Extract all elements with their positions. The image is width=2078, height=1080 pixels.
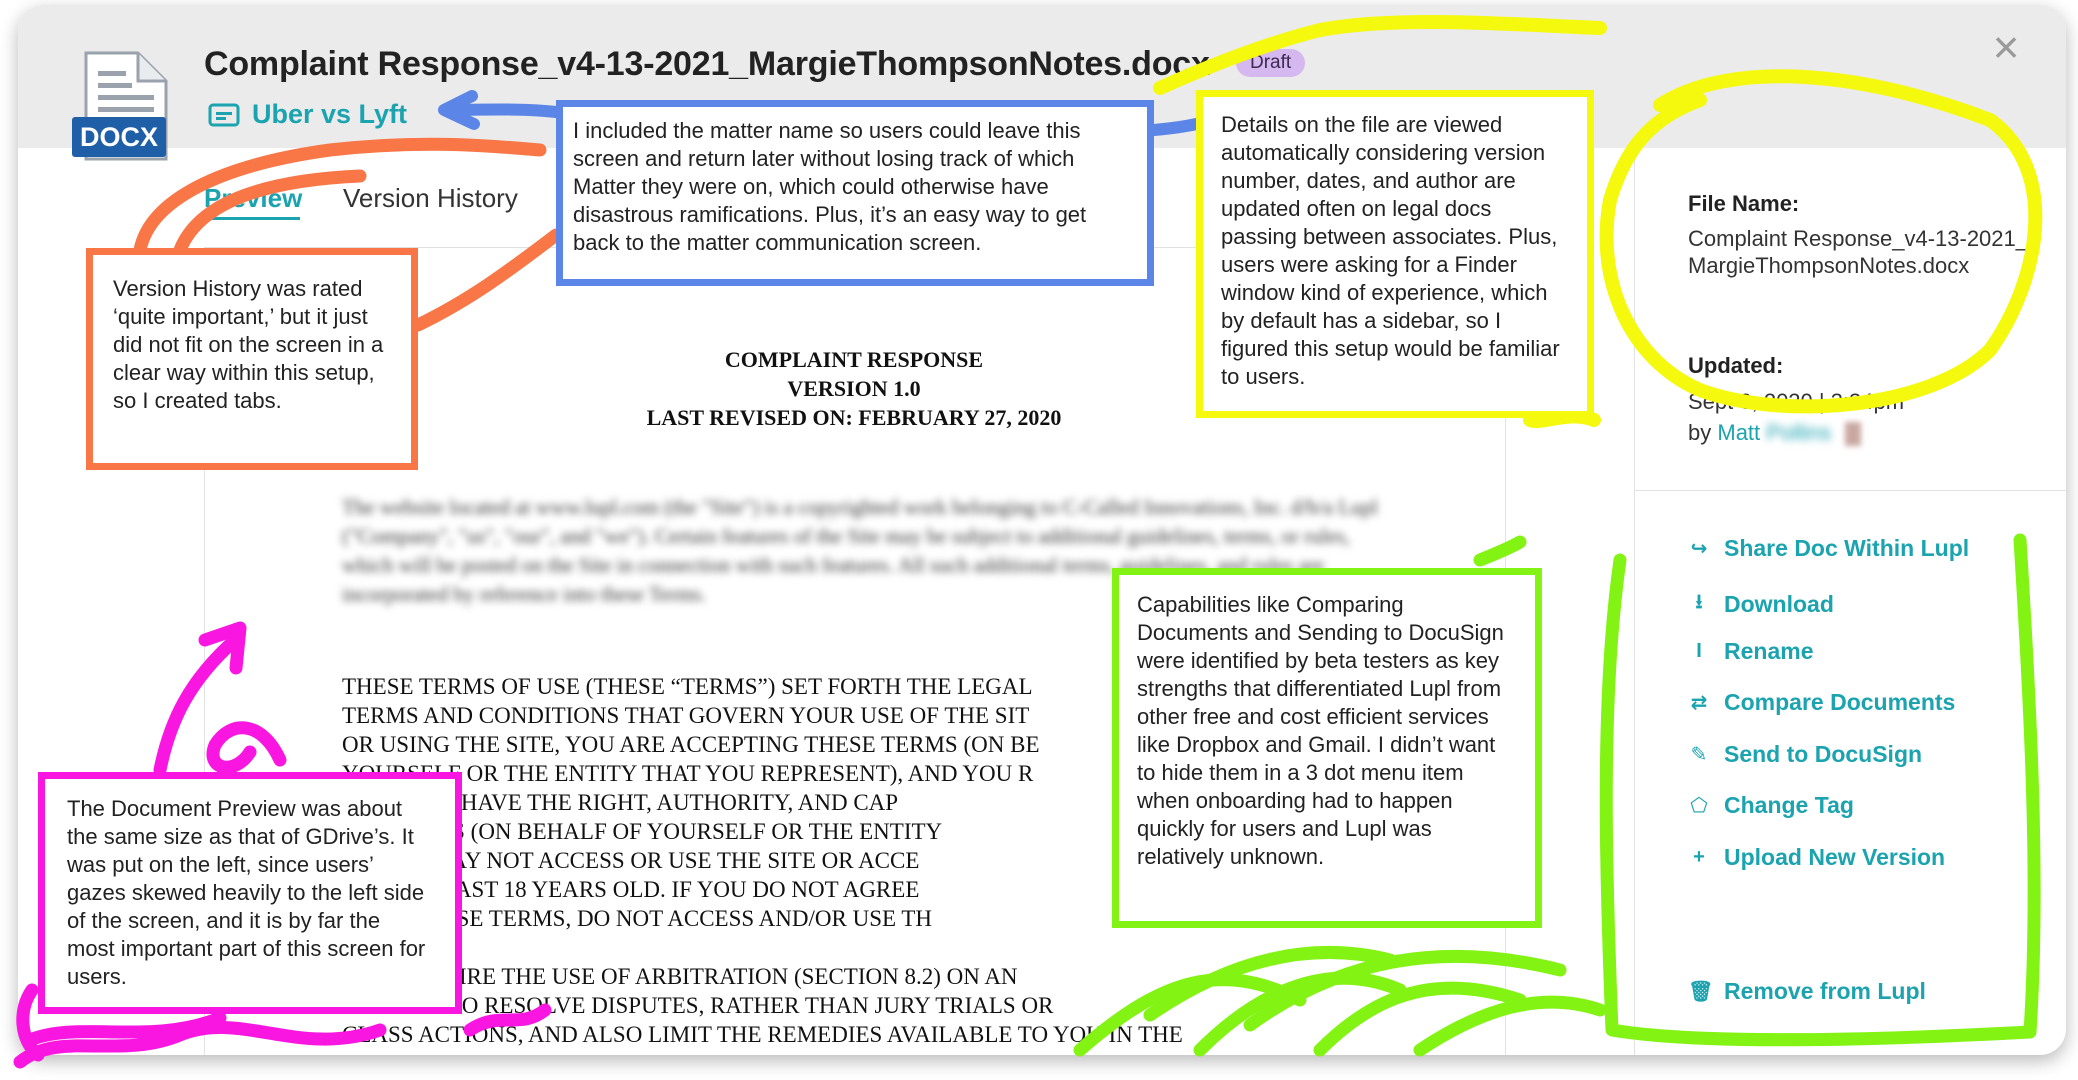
upload-new-version-button[interactable]: + Upload New Version: [1688, 844, 1945, 871]
updated-value: Sept 6, 2020 | 3:34pm: [1688, 389, 1905, 414]
by-label: by: [1688, 420, 1712, 445]
send-to-docusign-label: Send to DocuSign: [1724, 741, 1923, 767]
change-tag-button[interactable]: ⬠ Change Tag: [1688, 792, 1854, 819]
annotation-orange: Version History was rated ‘quite importa…: [86, 248, 418, 470]
annotation-green: Capabilities like Comparing Documents an…: [1112, 568, 1542, 928]
file-title: Complaint Response_v4-13-2021_MargieThom…: [204, 45, 1210, 83]
share-doc-button[interactable]: ↪ Share Doc Within Lupl: [1688, 535, 1970, 562]
rename-button[interactable]: I Rename: [1688, 638, 1813, 665]
send-to-docusign-button[interactable]: ✎ Send to DocuSign: [1688, 741, 1922, 768]
annotation-pink: The Document Preview was about the same …: [38, 772, 462, 1014]
document-line: AL BASIS TO RESOLVE DISPUTES, RATHER THA…: [342, 993, 1054, 1018]
tab-active-underline: [204, 217, 300, 220]
upload-new-version-label: Upload New Version: [1724, 844, 1946, 870]
share-icon: ↪: [1690, 538, 1708, 560]
pen-icon: ✎: [1690, 744, 1708, 766]
author-link[interactable]: Matt: [1717, 420, 1760, 445]
matter-link[interactable]: Uber vs Lyft: [208, 99, 407, 130]
plus-icon: +: [1693, 846, 1705, 868]
download-button[interactable]: ⭳ Download: [1688, 587, 1834, 621]
document-line: CLASS ACTIONS, AND ALSO LIMIT THE REMEDI…: [342, 1022, 1183, 1047]
status-badge: Draft: [1236, 49, 1306, 77]
matter-name: Uber vs Lyft: [252, 99, 408, 129]
change-tag-label: Change Tag: [1724, 792, 1854, 818]
remove-from-lupl-button[interactable]: 🗑 Remove from Lupl: [1688, 978, 1926, 1005]
document-line: RMS REQUIRE THE USE OF ARBITRATION (SECT…: [342, 964, 1018, 989]
tab-preview[interactable]: Preview: [204, 183, 302, 214]
docx-file-icon: DOCX: [72, 51, 168, 161]
share-doc-label: Share Doc Within Lupl: [1724, 535, 1970, 561]
remove-from-lupl-label: Remove from Lupl: [1724, 978, 1926, 1004]
annotation-blue: I included the matter name so users coul…: [556, 100, 1154, 286]
download-icon: ⭳: [1695, 591, 1703, 613]
file-name-value: Complaint Response_v4-13-2021_MargieThom…: [1688, 226, 2028, 278]
compare-arrows-icon: ⇄: [1690, 692, 1708, 714]
folder-card-icon: [208, 103, 240, 126]
text-cursor-icon: I: [1696, 640, 1702, 662]
sidebar-separator: [1634, 490, 2066, 491]
tab-version-history[interactable]: Version History: [343, 183, 518, 214]
avatar: [1845, 422, 1862, 447]
file-name-label: File Name:: [1688, 191, 1800, 216]
author-last-name: Pollins: [1766, 420, 1832, 445]
annotation-yellow: Details on the file are viewed automatic…: [1196, 90, 1594, 418]
docx-icon-label: DOCX: [80, 122, 158, 152]
updated-label: Updated:: [1688, 353, 1784, 378]
tag-icon: ⬠: [1690, 795, 1708, 817]
download-label: Download: [1724, 590, 1834, 617]
sidebar-divider: [1634, 148, 1635, 1055]
compare-documents-button[interactable]: ⇄ Compare Documents: [1688, 689, 1956, 716]
author-line: by Matt Pollins: [1688, 420, 1862, 447]
close-icon[interactable]: ×: [1986, 24, 2026, 70]
compare-documents-label: Compare Documents: [1724, 689, 1956, 715]
rename-label: Rename: [1724, 638, 1814, 664]
trash-icon: 🗑: [1688, 981, 1714, 1003]
